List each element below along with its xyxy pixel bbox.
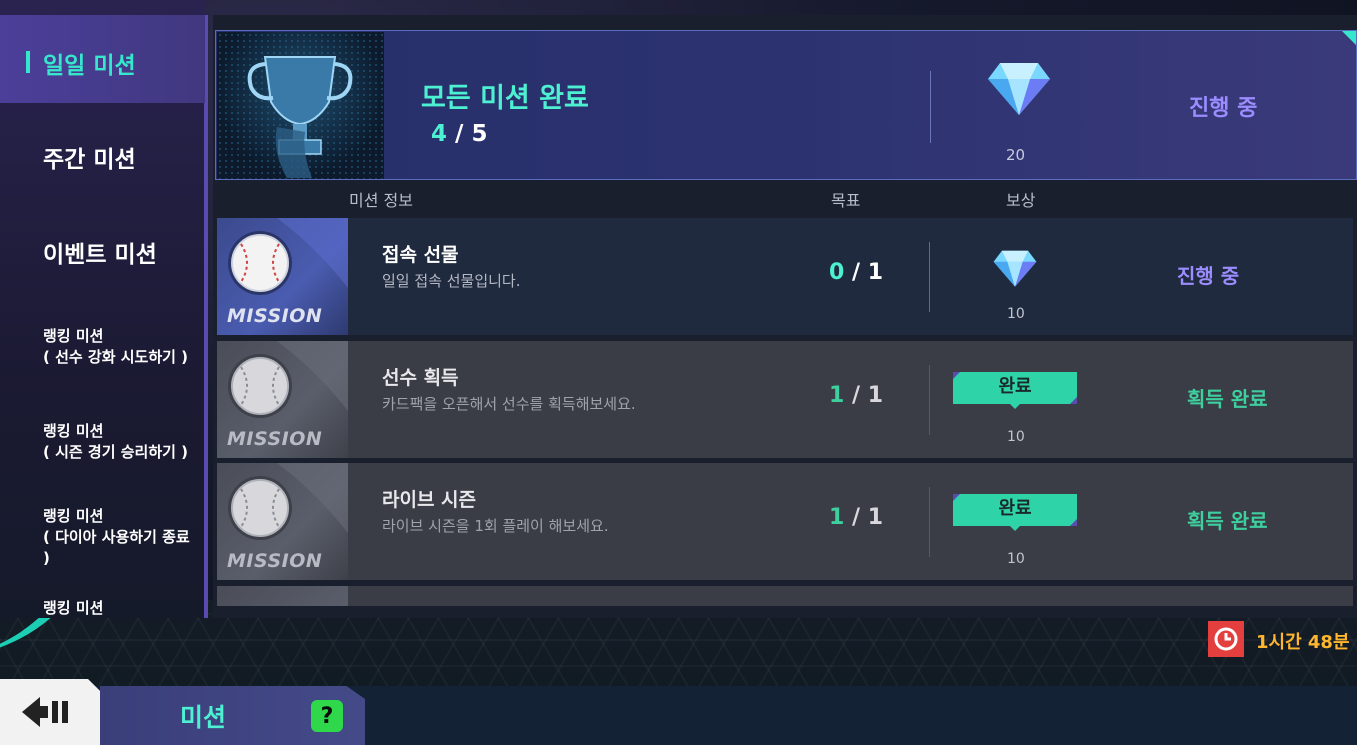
baseball-icon (231, 479, 289, 537)
reward-complete-label: 완료 (998, 498, 1032, 519)
banner-title: 모든 미션 완료 (421, 83, 589, 114)
header-mission-info: 미션 정보 (349, 191, 413, 210)
sidebar-item-daily-mission[interactable]: 일일 미션 (0, 15, 205, 103)
mission-label: MISSION (227, 428, 323, 450)
mission-desc: 라이브 시즌을 1회 플레이 해보세요. (382, 517, 609, 535)
clock-icon (1208, 621, 1244, 657)
mission-icon: MISSION (217, 341, 348, 458)
sidebar-item-sublabel: ( 다이아 사용하기 종료 (43, 528, 190, 546)
goal-total: 1 (867, 383, 884, 408)
goal-separator: / (851, 260, 861, 285)
sidebar-item-label: 랭킹 미션 (43, 422, 104, 440)
goal-current: 0 (829, 260, 845, 285)
mission-title: 선수 획득 (382, 367, 459, 389)
banner-corner-accent (1342, 31, 1356, 45)
progress-separator: / (455, 121, 464, 147)
mission-status: 획득 완료 (1187, 387, 1268, 411)
tag-pointer (1010, 526, 1020, 531)
sidebar-item-ranking-upgrade[interactable]: 랭킹 미션 ( 선수 강화 시도하기 ) (0, 326, 205, 368)
tag-pointer (1010, 404, 1020, 409)
back-arrow-icon (22, 697, 68, 727)
sidebar-item-label: 랭킹 미션 (43, 327, 104, 345)
mission-icon: MISSION (217, 463, 348, 580)
mission-icon (217, 586, 348, 606)
mission-row-partial[interactable] (217, 586, 1353, 606)
sidebar-item-label: 랭킹 미션 (43, 599, 104, 617)
banner-reward-amount: 20 (1006, 146, 1026, 164)
goal-current: 1 (829, 505, 845, 530)
mission-goal: 1 / 1 (829, 505, 883, 530)
reward-complete-label: 완료 (998, 376, 1032, 397)
row-divider (929, 242, 930, 312)
diamond-icon (992, 248, 1038, 292)
mission-goal: 1 / 1 (829, 383, 883, 408)
sidebar-item-label: 이벤트 미션 (43, 242, 157, 268)
progress-current: 4 (431, 121, 448, 147)
sidebar-item-sublabel: ( 선수 강화 시도하기 ) (43, 348, 189, 366)
sidebar-item-ranking-season-win[interactable]: 랭킹 미션 ( 시즌 경기 승리하기 ) (0, 421, 205, 463)
mission-status: 획득 완료 (1187, 509, 1268, 533)
goal-separator: / (851, 505, 861, 530)
mission-label: MISSION (227, 550, 323, 572)
goal-separator: / (851, 383, 861, 408)
mission-title: 라이브 시즌 (382, 489, 477, 511)
banner-divider (930, 71, 931, 143)
mission-label: MISSION (227, 305, 323, 327)
diamond-icon (986, 59, 1052, 121)
mission-reward-amount: 10 (1007, 306, 1025, 322)
mission-goal: 0 / 1 (829, 260, 883, 285)
mission-desc: 일일 접속 선물입니다. (382, 272, 521, 290)
mission-reward-amount: 10 (1007, 429, 1025, 445)
page-title: 미션 (180, 703, 227, 732)
header-reward: 보상 (1006, 191, 1036, 210)
row-divider (929, 487, 930, 557)
banner-progress: 4 / 5 (431, 121, 487, 147)
reward-complete-tag: 완료 (953, 372, 1077, 409)
back-button[interactable] (0, 679, 100, 745)
mission-desc: 카드팩을 오픈해서 선수를 획득해보세요. (382, 395, 636, 413)
mission-row[interactable]: MISSION 접속 선물 일일 접속 선물입니다. 0 / 1 10 진행 중 (217, 218, 1353, 335)
mission-icon: MISSION (217, 218, 348, 335)
sidebar-item-label: 일일 미션 (43, 53, 136, 79)
mission-title: 접속 선물 (382, 244, 459, 266)
sidebar-item-label: 랭킹 미션 (43, 507, 104, 525)
active-indicator (26, 51, 30, 73)
baseball-icon (231, 234, 289, 292)
goal-total: 1 (867, 260, 884, 285)
sidebar-item-event-mission[interactable]: 이벤트 미션 (0, 235, 205, 269)
goal-current: 1 (829, 383, 845, 408)
mission-reward-amount: 10 (1007, 551, 1025, 567)
progress-total: 5 (471, 121, 488, 147)
help-button[interactable]: ? (311, 700, 343, 732)
header-goal: 목표 (831, 191, 861, 210)
reward-complete-tag: 완료 (953, 494, 1077, 531)
reset-timer: 1시간 48분 (1256, 632, 1350, 653)
row-divider (929, 365, 930, 435)
sidebar-item-label: 주간 미션 (43, 147, 136, 173)
baseball-icon (231, 357, 289, 415)
sidebar-item-sublabel-cont: ) (43, 549, 50, 567)
sidebar-item-sublabel: ( 시즌 경기 승리하기 ) (43, 443, 189, 461)
sidebar-item-weekly-mission[interactable]: 주간 미션 (0, 140, 205, 174)
trophy-icon (217, 32, 384, 179)
help-icon: ? (320, 703, 334, 729)
sidebar-item-ranking-diamond[interactable]: 랭킹 미션 ( 다이아 사용하기 종료 ) (0, 506, 205, 569)
mission-row[interactable]: MISSION 라이브 시즌 라이브 시즌을 1회 플레이 해보세요. 1 / … (217, 463, 1353, 580)
sidebar-item-ranking-more[interactable]: 랭킹 미션 (0, 598, 205, 618)
mission-row[interactable]: MISSION 선수 획득 카드팩을 오픈해서 선수를 획득해보세요. 1 / … (217, 341, 1353, 458)
banner-status: 진행 중 (1189, 96, 1258, 121)
mission-status: 진행 중 (1177, 264, 1240, 288)
goal-total: 1 (867, 505, 884, 530)
all-missions-banner: 모든 미션 완료 4 / 5 20 진행 중 (215, 30, 1357, 180)
